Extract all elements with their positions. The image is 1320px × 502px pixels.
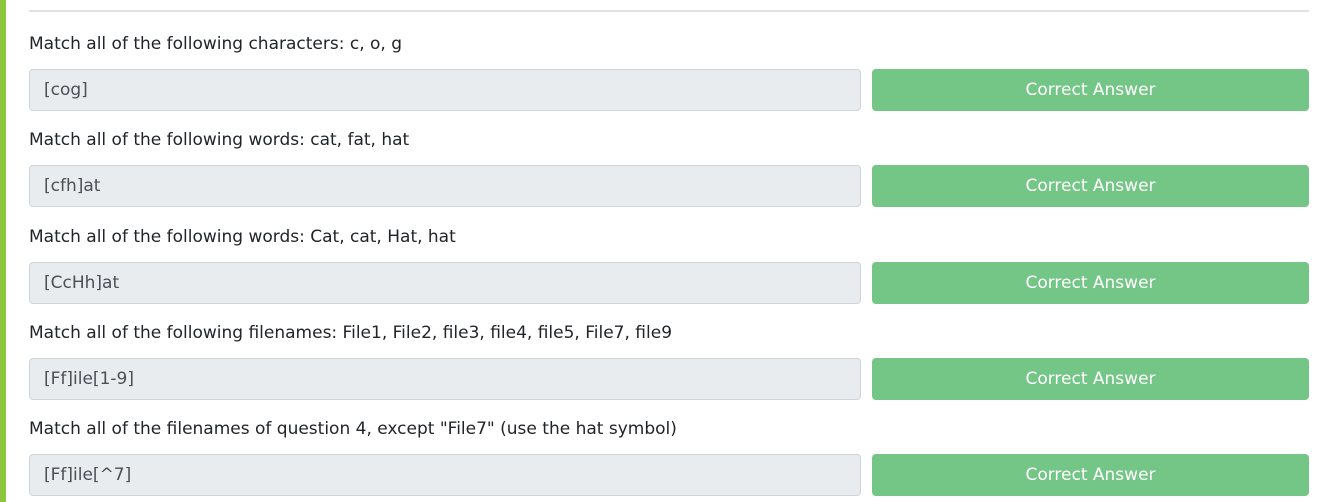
correct-answer-button[interactable]: Correct Answer <box>872 358 1309 400</box>
correct-answer-button[interactable]: Correct Answer <box>872 262 1309 304</box>
answer-field[interactable] <box>29 69 861 111</box>
exercise-page: Match all of the following characters: c… <box>0 0 1320 502</box>
accent-bar <box>0 0 6 502</box>
question-prompt: Match all of the filenames of question 4… <box>29 419 677 439</box>
correct-answer-button[interactable]: Correct Answer <box>872 454 1309 496</box>
question-prompt: Match all of the following words: Cat, c… <box>29 227 456 247</box>
question-prompt: Match all of the following words: cat, f… <box>29 130 410 150</box>
question-prompt: Match all of the following filenames: Fi… <box>29 323 673 343</box>
answer-field[interactable] <box>29 165 861 207</box>
answer-field[interactable] <box>29 358 861 400</box>
top-divider <box>29 10 1309 12</box>
answer-field[interactable] <box>29 454 861 496</box>
answer-field[interactable] <box>29 262 861 304</box>
correct-answer-button[interactable]: Correct Answer <box>872 69 1309 111</box>
correct-answer-button[interactable]: Correct Answer <box>872 165 1309 207</box>
question-prompt: Match all of the following characters: c… <box>29 34 403 54</box>
